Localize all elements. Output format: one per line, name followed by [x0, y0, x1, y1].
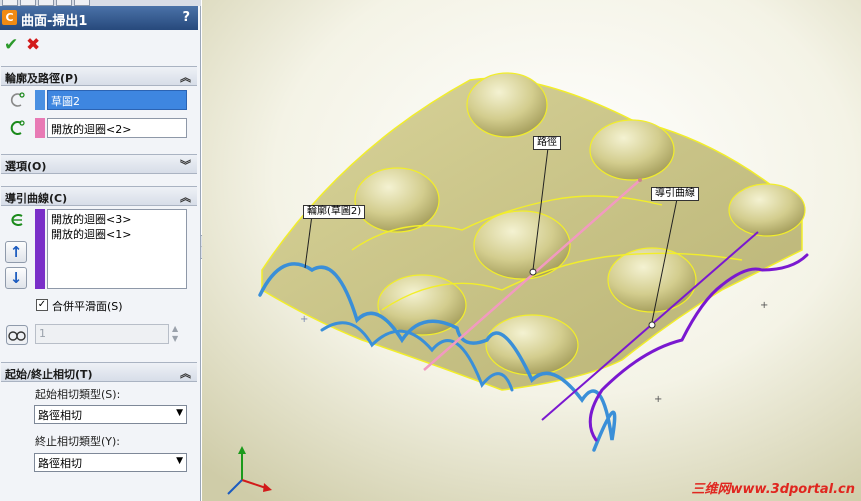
end-tangency-label: 終止相切類型(Y):: [35, 435, 121, 448]
start-tangency-value: 路徑相切: [38, 409, 82, 422]
options-title: 選項(O): [5, 160, 47, 173]
feature-titlebar: C 曲面-掃出1 ?: [0, 6, 198, 30]
list-item[interactable]: 開放的迴圈<1>: [51, 227, 183, 242]
profile-path-title: 輪廓及路徑(P): [5, 72, 79, 85]
model-view[interactable]: + + +: [202, 0, 861, 501]
feature-title: 曲面-掃出1: [21, 14, 88, 29]
start-tangency-select[interactable]: 路徑相切 ▼: [34, 405, 187, 424]
expand-chevron-icon[interactable]: ︾: [180, 157, 191, 173]
graphics-viewport[interactable]: + + + 路徑 輪廓(草圖2) 導引曲線 三维网www.3dportal.cn: [202, 0, 861, 501]
start-tangency-label: 起始相切類型(S):: [35, 388, 121, 401]
end-tangency-select[interactable]: 路徑相切 ▼: [34, 453, 187, 472]
profile-icon: [10, 92, 25, 107]
show-sections-icon[interactable]: [6, 325, 28, 345]
help-button[interactable]: ?: [182, 10, 190, 25]
guide-curve-icon: [11, 214, 23, 226]
collapse-chevron-icon[interactable]: ︽: [180, 365, 191, 381]
dropdown-arrow-icon[interactable]: ▼: [176, 456, 183, 466]
collapse-chevron-icon[interactable]: ︽: [180, 189, 191, 205]
path-icon: [10, 120, 25, 135]
list-item[interactable]: 開放的迴圈<3>: [51, 212, 183, 227]
collapse-chevron-icon[interactable]: ︽: [180, 69, 191, 85]
profile-field[interactable]: 草圖2: [47, 90, 187, 110]
move-up-button[interactable]: ↑: [5, 241, 27, 263]
options-header[interactable]: 選項(O) ︾: [1, 154, 197, 174]
merge-smooth-faces-checkbox[interactable]: ✓: [36, 299, 48, 311]
svg-text:+: +: [760, 300, 768, 311]
site-watermark: 三维网www.3dportal.cn: [691, 482, 855, 497]
callout-profile[interactable]: 輪廓(草圖2): [303, 205, 366, 219]
end-tangency-value: 路徑相切: [38, 457, 82, 470]
profile-path-header[interactable]: 輪廓及路徑(P) ︽: [1, 66, 197, 86]
svg-text:+: +: [300, 314, 308, 325]
callout-guide-curve[interactable]: 導引曲線: [651, 187, 699, 201]
svg-text:+: +: [654, 394, 662, 405]
property-manager: C 曲面-掃出1 ? ✔ ✖ 輪廓及路徑(P) ︽ 草圖2 開放的迴圈<2> 選…: [0, 0, 201, 501]
path-field[interactable]: 開放的迴圈<2>: [47, 118, 187, 138]
spin-arrows-icon[interactable]: ▲ ▼: [172, 324, 178, 344]
guide-curves-header[interactable]: 導引曲線(C) ︽: [1, 186, 197, 206]
sweep-surface-icon: C: [2, 10, 17, 25]
tangency-header[interactable]: 起始/終止相切(T) ︽: [1, 362, 197, 382]
guide-color-swatch: [35, 209, 45, 289]
dropdown-arrow-icon[interactable]: ▼: [176, 408, 183, 418]
cancel-button[interactable]: ✖: [26, 36, 40, 54]
guide-curves-list[interactable]: 開放的迴圈<3> 開放的迴圈<1>: [47, 209, 187, 289]
tangency-title: 起始/終止相切(T): [5, 368, 93, 381]
move-down-button[interactable]: ↓: [5, 267, 27, 289]
guide-curves-title: 導引曲線(C): [5, 192, 68, 205]
merge-smooth-faces-label: 合併平滑面(S): [52, 300, 123, 313]
profile-color-swatch: [35, 90, 45, 110]
path-color-swatch: [35, 118, 45, 138]
section-count-input[interactable]: 1: [35, 324, 169, 344]
ok-button[interactable]: ✔: [4, 36, 18, 54]
callout-path[interactable]: 路徑: [533, 136, 561, 150]
